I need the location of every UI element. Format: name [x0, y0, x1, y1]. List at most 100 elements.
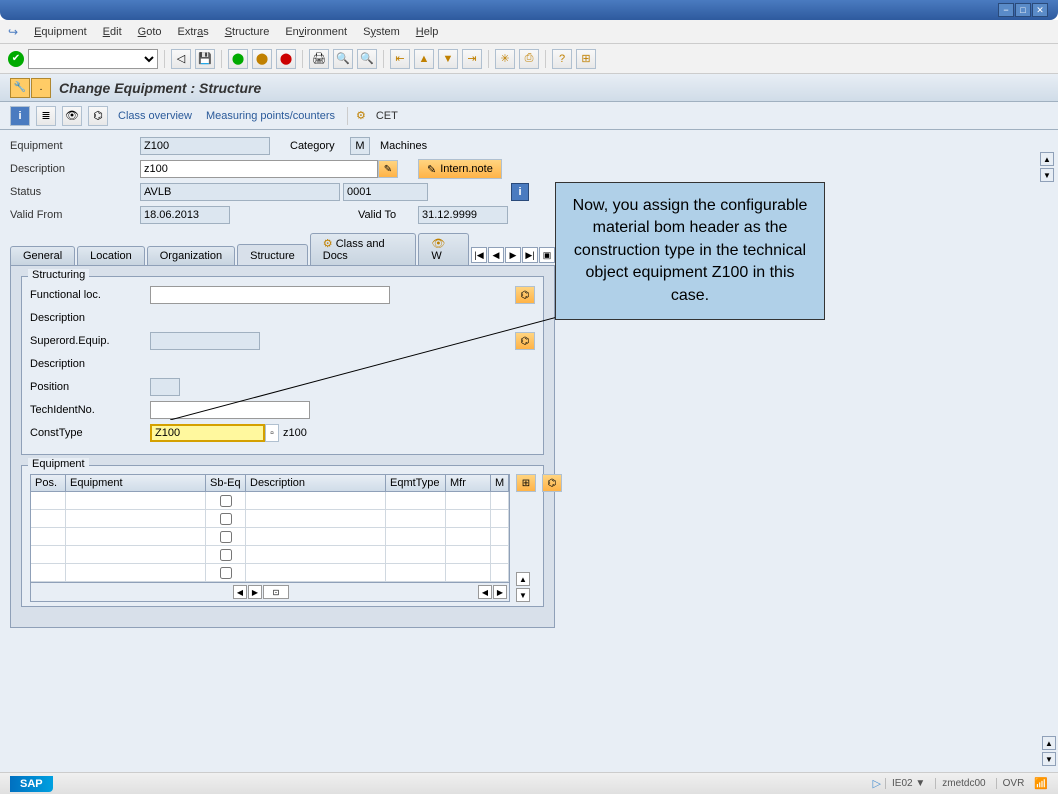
print-button[interactable]: 🖨 [309, 49, 329, 69]
status-info-button[interactable]: i [511, 183, 529, 201]
tab-structure[interactable]: Structure [237, 244, 308, 265]
col-mfr[interactable]: Mfr [446, 475, 491, 491]
scroll-up-button[interactable]: ▲ [1040, 152, 1054, 166]
sbeq-check[interactable] [220, 513, 232, 525]
col-m[interactable]: M [491, 475, 509, 491]
close-button[interactable]: ✕ [1032, 3, 1048, 17]
first-page-button[interactable]: ⇤ [390, 49, 410, 69]
func-loc-hierarchy-button[interactable]: ⌬ [515, 286, 535, 304]
tab-w[interactable]: 👁 W [418, 233, 469, 265]
menu-equipment[interactable]: Equipment [34, 26, 87, 38]
tab-class-docs[interactable]: ⚙ Class and Docs [310, 233, 417, 265]
layout-button[interactable]: ⊞ [576, 49, 596, 69]
menu-edit[interactable]: Edit [103, 26, 122, 38]
prev-page-button[interactable]: ▲ [414, 49, 434, 69]
table-row[interactable] [31, 546, 509, 564]
tab-organization[interactable]: Organization [147, 246, 235, 265]
tool1-button[interactable]: ✳ [495, 49, 515, 69]
save-button[interactable]: 💾 [195, 49, 215, 69]
valid-to-label: Valid To [358, 209, 418, 221]
category-code-input[interactable] [350, 137, 370, 155]
scroll-down-button[interactable]: ▼ [1040, 168, 1054, 182]
v-up-button[interactable]: ▲ [516, 572, 530, 586]
h-prev-button[interactable]: ▶ [248, 585, 262, 599]
cet-link[interactable]: CET [376, 110, 398, 122]
find-button[interactable]: 🔍 [333, 49, 353, 69]
table-row[interactable] [31, 510, 509, 528]
find-next-button[interactable]: 🔍 [357, 49, 377, 69]
superord-hierarchy-button[interactable]: ⌬ [515, 332, 535, 350]
tab-last-button[interactable]: ▶| [522, 247, 538, 263]
sbeq-check[interactable] [220, 567, 232, 579]
col-sbeq[interactable]: Sb-Eq [206, 475, 246, 491]
valid-to-input[interactable] [418, 206, 508, 224]
menu-goto[interactable]: Goto [138, 26, 162, 38]
status-code-input[interactable] [343, 183, 428, 201]
equipment-input[interactable] [140, 137, 270, 155]
help-button[interactable]: ? [552, 49, 572, 69]
category-text: Machines [380, 140, 427, 152]
table-row[interactable] [31, 528, 509, 546]
table-row[interactable] [31, 492, 509, 510]
status-input[interactable] [140, 183, 340, 201]
sbeq-check[interactable] [220, 495, 232, 507]
measuring-link[interactable]: Measuring points/counters [206, 110, 335, 122]
info-icon[interactable]: i [10, 106, 30, 126]
col-eqmttype[interactable]: EqmtType [386, 475, 446, 491]
tab-first-button[interactable]: |◀ [471, 247, 487, 263]
description-input[interactable] [140, 160, 378, 178]
enter-button[interactable]: ✔ [8, 51, 24, 67]
class-overview-link[interactable]: Class overview [118, 110, 192, 122]
h-first-button[interactable]: ◀ [233, 585, 247, 599]
back-button[interactable]: ◁ [171, 49, 191, 69]
header-icon1[interactable]: 🔧 [10, 78, 30, 98]
table-hierarchy-button[interactable]: ⌬ [542, 474, 562, 492]
menu-system[interactable]: System [363, 26, 400, 38]
nav-exit-button[interactable]: ⬤ [252, 49, 272, 69]
tab-general[interactable]: General [10, 246, 75, 265]
valid-from-input[interactable] [140, 206, 230, 224]
command-field[interactable] [28, 49, 158, 69]
v-down-button[interactable]: ▼ [516, 588, 530, 602]
position-input[interactable] [150, 378, 180, 396]
header-icon2[interactable]: . [31, 78, 51, 98]
list-icon[interactable]: ≣ [36, 106, 56, 126]
tab-prev-button[interactable]: ◀ [488, 247, 504, 263]
intern-note-button[interactable]: ✎Intern.note [418, 159, 502, 179]
table-row[interactable] [31, 564, 509, 582]
tech-ident-input[interactable] [150, 401, 310, 419]
h-next-button[interactable]: ◀ [478, 585, 492, 599]
class-icon[interactable]: 👁 [62, 106, 82, 126]
sbeq-check[interactable] [220, 549, 232, 561]
sbeq-check[interactable] [220, 531, 232, 543]
tool2-button[interactable]: ⎙ [519, 49, 539, 69]
col-equipment[interactable]: Equipment [66, 475, 206, 491]
tab-next-button[interactable]: ▶ [505, 247, 521, 263]
description-detail-button[interactable]: ✎ [378, 160, 398, 178]
menu-extras[interactable]: Extras [178, 26, 209, 38]
const-type-input[interactable] [150, 424, 265, 442]
const-type-search-button[interactable]: ▫ [265, 424, 279, 442]
minimize-button[interactable]: − [998, 3, 1014, 17]
menu-structure[interactable]: Structure [225, 26, 270, 38]
next-page-button[interactable]: ▼ [438, 49, 458, 69]
tab-list-button[interactable]: ▣ [539, 247, 555, 263]
menu-help[interactable]: Help [416, 26, 439, 38]
scroll-up2-button[interactable]: ▲ [1042, 736, 1056, 750]
table-config-button[interactable]: ⊞ [516, 474, 536, 492]
menu-environment[interactable]: Environment [285, 26, 347, 38]
scroll-down2-button[interactable]: ▼ [1042, 752, 1056, 766]
col-description[interactable]: Description [246, 475, 386, 491]
h-last-button[interactable]: ▶ [493, 585, 507, 599]
hierarchy-icon[interactable]: ⌬ [88, 106, 108, 126]
func-loc-input[interactable] [150, 286, 390, 304]
maximize-button[interactable]: □ [1015, 3, 1031, 17]
status-play-icon[interactable]: ▷ [873, 777, 881, 790]
col-pos[interactable]: Pos. [31, 475, 66, 491]
superord-input[interactable] [150, 332, 260, 350]
last-page-button[interactable]: ⇥ [462, 49, 482, 69]
h-pos-button[interactable]: ⊡ [263, 585, 289, 599]
tab-location[interactable]: Location [77, 246, 145, 265]
nav-cancel-button[interactable]: ⬤ [276, 49, 296, 69]
nav-back-button[interactable]: ⬤ [228, 49, 248, 69]
